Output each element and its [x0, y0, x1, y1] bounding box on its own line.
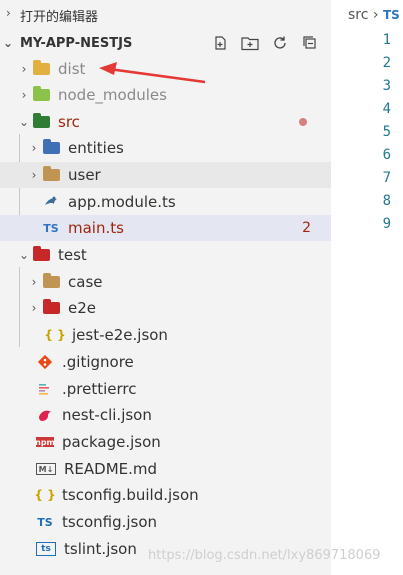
line-number: 8	[382, 193, 391, 209]
tree-item-jest-e2e[interactable]: { } jest-e2e.json	[0, 322, 331, 348]
line-number: 4	[382, 101, 391, 117]
problem-count-badge: 2	[302, 220, 311, 236]
typescript-icon: TS	[43, 221, 59, 235]
breadcrumb-folder[interactable]: src	[348, 7, 368, 23]
breadcrumb[interactable]: src › TS	[348, 7, 400, 23]
tree-item-prettierrc[interactable]: .prettierrc	[0, 376, 331, 402]
tree-item-nest-cli[interactable]: nest-cli.json	[0, 402, 331, 428]
test-folder-icon	[32, 246, 50, 263]
chevron-right-icon: ›	[31, 141, 37, 155]
line-number: 2	[382, 55, 391, 71]
new-folder-icon[interactable]	[239, 33, 261, 53]
folder-icon	[42, 166, 60, 183]
editor-panel: src › TS	[331, 0, 403, 575]
annotation-arrow	[99, 62, 206, 84]
tree-item-tsconfig-build[interactable]: { } tsconfig.build.json	[0, 482, 331, 508]
modified-dot	[299, 118, 307, 126]
folder-icon	[42, 273, 60, 290]
chevron-down-icon: ⌄	[2, 36, 14, 50]
tree-item-tsconfig[interactable]: TS tsconfig.json	[0, 509, 331, 535]
tree-item-user[interactable]: › user	[0, 162, 331, 188]
open-editors-title[interactable]: 打开的编辑器	[20, 6, 98, 25]
chevron-right-icon: ›	[31, 168, 37, 182]
tree-item-app-module[interactable]: app.module.ts	[0, 189, 331, 215]
tree-item-entities[interactable]: › entities	[0, 135, 331, 161]
tree-item-label: e2e	[68, 299, 97, 317]
chevron-right-icon: ›	[31, 275, 37, 289]
tree-item-label: case	[68, 273, 103, 291]
git-icon	[36, 354, 54, 370]
nest-module-icon	[42, 194, 60, 210]
nest-icon	[36, 407, 54, 423]
explorer-toolbar	[209, 33, 321, 53]
tree-item-label: tslint.json	[64, 540, 137, 558]
tree-item-test[interactable]: ⌄ test	[0, 242, 331, 268]
line-number: 1	[382, 32, 391, 48]
npm-icon: npm	[35, 437, 55, 447]
tree-item-label: entities	[68, 139, 124, 157]
entities-folder-icon	[42, 139, 60, 156]
chevron-down-icon: ⌄	[18, 115, 30, 129]
e2e-folder-icon	[42, 299, 60, 316]
typescript-icon: TS	[382, 8, 400, 22]
dist-folder-icon	[32, 60, 50, 77]
tree-item-label: dist	[58, 60, 86, 78]
tree-item-label: src	[58, 113, 80, 131]
tree-item-label: tsconfig.json	[62, 513, 158, 531]
tree-item-label: .gitignore	[62, 353, 134, 371]
chevron-down-icon: ⌄	[18, 248, 30, 262]
tree-item-gitignore[interactable]: .gitignore	[0, 349, 331, 375]
tree-item-label: jest-e2e.json	[72, 326, 168, 344]
json-icon: { }	[34, 488, 56, 502]
tree-item-label: user	[68, 166, 101, 184]
tslint-icon: ts	[36, 542, 56, 556]
tsconfig-icon: TS	[37, 515, 53, 529]
json-icon: { }	[44, 328, 66, 342]
tree-item-src[interactable]: ⌄ src	[0, 109, 331, 135]
tree-item-label: app.module.ts	[68, 193, 176, 211]
tree-item-case[interactable]: › case	[0, 269, 331, 295]
line-number: 6	[382, 147, 391, 163]
markdown-icon: M↓	[36, 463, 56, 475]
collapse-all-icon[interactable]	[299, 33, 321, 53]
chevron-right-icon: ›	[372, 7, 383, 23]
tree-item-readme[interactable]: M↓ README.md	[0, 456, 331, 482]
tree-item-e2e[interactable]: › e2e	[0, 295, 331, 321]
tree-item-label: .prettierrc	[62, 380, 137, 398]
project-name: MY-APP-NESTJS	[20, 35, 133, 51]
explorer-panel: › 打开的编辑器 ⌄ MY-APP-NESTJS › dist › node_m…	[0, 0, 331, 575]
node-modules-folder-icon	[32, 86, 50, 103]
chevron-right-icon: ›	[21, 88, 27, 102]
tree-item-label: node_modules	[58, 86, 167, 104]
line-number: 5	[382, 124, 391, 140]
watermark: https://blog.csdn.net/lxy869718069	[148, 548, 381, 563]
src-folder-icon	[32, 113, 50, 130]
refresh-icon[interactable]	[269, 33, 291, 53]
tree-item-label: main.ts	[68, 219, 124, 237]
chevron-right-icon: ›	[31, 301, 37, 315]
new-file-icon[interactable]	[209, 33, 231, 53]
line-number: 7	[382, 170, 391, 186]
tree-item-label: nest-cli.json	[62, 406, 152, 424]
line-number: 9	[382, 216, 391, 232]
line-number: 3	[382, 78, 391, 94]
chevron-right-icon: ›	[21, 62, 27, 76]
chevron-right-icon[interactable]: ›	[6, 6, 11, 20]
tree-item-package-json[interactable]: npm package.json	[0, 429, 331, 455]
tree-item-label: test	[58, 246, 87, 264]
tree-item-label: package.json	[62, 433, 161, 451]
tree-item-label: README.md	[64, 460, 158, 478]
tree-item-main-ts[interactable]: TS main.ts 2	[0, 215, 331, 241]
prettier-icon	[36, 381, 54, 397]
tree-item-label: tsconfig.build.json	[62, 486, 199, 504]
